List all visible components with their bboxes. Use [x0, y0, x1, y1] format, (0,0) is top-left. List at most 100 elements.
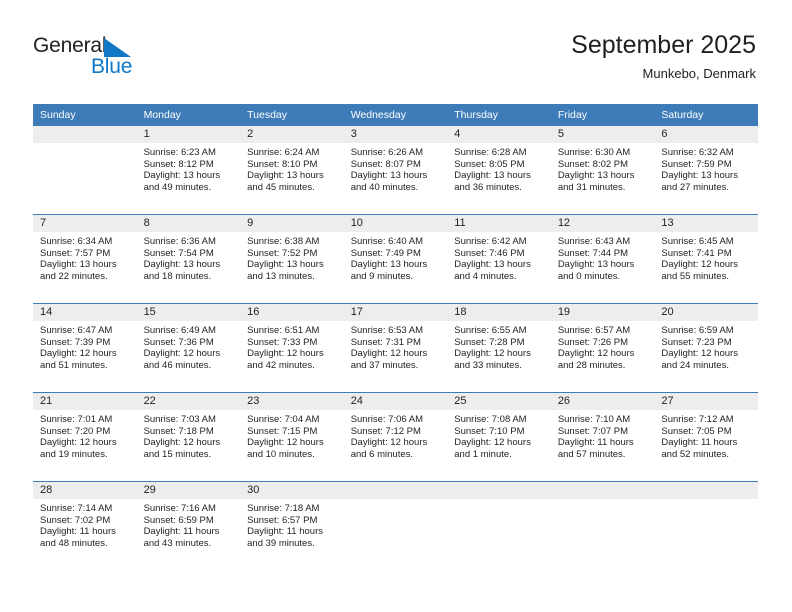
day-cell[interactable]: 19 Sunrise: 6:57 AM Sunset: 7:26 PM Dayl… [550, 303, 655, 393]
day-cell[interactable]: 21 Sunrise: 7:01 AM Sunset: 7:20 PM Dayl… [33, 392, 137, 482]
day-cell[interactable] [343, 481, 448, 570]
daylight-text-line2: and 27 minutes. [661, 181, 729, 193]
day-cell[interactable]: 17 Sunrise: 6:53 AM Sunset: 7:31 PM Dayl… [343, 303, 448, 393]
generalblue-logo[interactable]: General Blue [33, 34, 183, 84]
daylight-text-line2: and 46 minutes. [143, 359, 212, 371]
sunset-text: Sunset: 7:15 PM [247, 425, 318, 437]
day-cell[interactable]: 9 Sunrise: 6:38 AM Sunset: 7:52 PM Dayli… [240, 214, 344, 304]
day-number: 24 [343, 393, 448, 410]
day-cell[interactable] [447, 481, 551, 570]
daylight-text-line1: Daylight: 12 hours [40, 348, 117, 360]
sunset-text: Sunset: 7:07 PM [557, 425, 629, 437]
sunrise-text: Sunrise: 6:26 AM [350, 147, 424, 158]
sunrise-text: Sunrise: 6:38 AM [247, 236, 320, 247]
calendar-week-row: 21 Sunrise: 7:01 AM Sunset: 7:20 PM Dayl… [33, 392, 758, 482]
day-cell[interactable]: 10 Sunrise: 6:40 AM Sunset: 7:49 PM Dayl… [343, 214, 448, 304]
sunrise-text: Sunrise: 6:49 AM [143, 325, 216, 336]
day-cell[interactable]: 15 Sunrise: 6:49 AM Sunset: 7:36 PM Dayl… [136, 303, 241, 393]
logo-text-blue: Blue [91, 55, 133, 78]
day-number [550, 482, 655, 499]
day-cell[interactable]: 18 Sunrise: 6:55 AM Sunset: 7:28 PM Dayl… [447, 303, 551, 393]
calendar-body: 1 Sunrise: 6:23 AM Sunset: 8:12 PM Dayli… [33, 126, 758, 570]
daylight-text-line1: Daylight: 13 hours [40, 259, 117, 271]
day-cell[interactable]: 22 Sunrise: 7:03 AM Sunset: 7:18 PM Dayl… [136, 392, 241, 482]
day-cell[interactable]: 8 Sunrise: 6:36 AM Sunset: 7:54 PM Dayli… [136, 214, 241, 304]
day-cell[interactable] [33, 126, 137, 215]
day-cell[interactable]: 11 Sunrise: 6:42 AM Sunset: 7:46 PM Dayl… [447, 214, 551, 304]
day-number: 23 [240, 393, 344, 410]
day-cell[interactable]: 1 Sunrise: 6:23 AM Sunset: 8:12 PM Dayli… [136, 126, 241, 215]
day-cell[interactable]: 5 Sunrise: 6:30 AM Sunset: 8:02 PM Dayli… [550, 126, 655, 215]
daylight-text-line1: Daylight: 12 hours [247, 348, 324, 360]
daylight-text-line2: and 45 minutes. [247, 181, 315, 193]
sunrise-text: Sunrise: 7:08 AM [454, 414, 527, 425]
day-cell[interactable]: 27 Sunrise: 7:12 AM Sunset: 7:05 PM Dayl… [654, 392, 758, 482]
daylight-text-line2: and 9 minutes. [350, 270, 414, 282]
day-cell[interactable]: 13 Sunrise: 6:45 AM Sunset: 7:41 PM Dayl… [654, 214, 758, 304]
daylight-text-line2: and 28 minutes. [557, 359, 626, 371]
day-cell[interactable]: 4 Sunrise: 6:28 AM Sunset: 8:05 PM Dayli… [447, 126, 551, 215]
day-cell[interactable]: 28 Sunrise: 7:14 AM Sunset: 7:02 PM Dayl… [33, 481, 137, 570]
day-cell[interactable]: 29 Sunrise: 7:16 AM Sunset: 6:59 PM Dayl… [136, 481, 241, 570]
sunrise-text: Sunrise: 6:28 AM [454, 147, 527, 158]
daylight-text-line1: Daylight: 13 hours [143, 170, 221, 182]
daylight-text-line1: Daylight: 13 hours [557, 170, 635, 182]
sunset-text: Sunset: 6:59 PM [143, 514, 214, 526]
daylight-text-line2: and 4 minutes. [454, 270, 517, 282]
sunset-text: Sunset: 7:44 PM [557, 247, 629, 259]
day-number: 4 [447, 126, 551, 143]
day-cell[interactable]: 7 Sunrise: 6:34 AM Sunset: 7:57 PM Dayli… [33, 214, 137, 304]
day-cell[interactable]: 23 Sunrise: 7:04 AM Sunset: 7:15 PM Dayl… [240, 392, 344, 482]
daylight-text-line1: Daylight: 12 hours [350, 437, 428, 449]
day-cell[interactable]: 24 Sunrise: 7:06 AM Sunset: 7:12 PM Dayl… [343, 392, 448, 482]
daylight-text-line1: Daylight: 12 hours [661, 348, 738, 360]
daylight-text-line1: Daylight: 13 hours [247, 259, 324, 271]
day-number: 1 [136, 126, 241, 143]
sunset-text: Sunset: 7:57 PM [40, 247, 111, 259]
day-cell[interactable] [550, 481, 655, 570]
day-cell[interactable]: 12 Sunrise: 6:43 AM Sunset: 7:44 PM Dayl… [550, 214, 655, 304]
sunset-text: Sunset: 7:36 PM [143, 336, 214, 348]
sunrise-text: Sunrise: 7:12 AM [661, 414, 734, 425]
sunrise-text: Sunrise: 7:04 AM [247, 414, 320, 425]
day-number: 5 [550, 126, 655, 143]
daylight-text-line1: Daylight: 13 hours [247, 170, 324, 182]
day-cell[interactable]: 30 Sunrise: 7:18 AM Sunset: 6:57 PM Dayl… [240, 481, 344, 570]
day-cell[interactable]: 26 Sunrise: 7:10 AM Sunset: 7:07 PM Dayl… [550, 392, 655, 482]
sunset-text: Sunset: 7:23 PM [661, 336, 732, 348]
daylight-text-line2: and 55 minutes. [661, 270, 729, 282]
daylight-text-line1: Daylight: 13 hours [350, 170, 428, 182]
sunset-text: Sunset: 8:10 PM [247, 158, 318, 170]
day-cell[interactable]: 14 Sunrise: 6:47 AM Sunset: 7:39 PM Dayl… [33, 303, 137, 393]
day-number: 20 [654, 304, 758, 321]
sunrise-text: Sunrise: 6:23 AM [143, 147, 216, 158]
day-cell[interactable]: 20 Sunrise: 6:59 AM Sunset: 7:23 PM Dayl… [654, 303, 758, 393]
weekday-header-tuesday: Tuesday [240, 104, 344, 126]
day-cell[interactable] [654, 481, 758, 570]
daylight-text-line1: Daylight: 11 hours [247, 526, 323, 538]
day-cell[interactable]: 25 Sunrise: 7:08 AM Sunset: 7:10 PM Dayl… [447, 392, 551, 482]
sunrise-text: Sunrise: 7:16 AM [143, 503, 216, 514]
daylight-text-line1: Daylight: 11 hours [557, 437, 634, 449]
day-number: 28 [33, 482, 137, 499]
sunrise-text: Sunrise: 6:53 AM [350, 325, 424, 336]
logo-text-general: General [33, 34, 107, 57]
day-number [33, 126, 137, 143]
day-number: 19 [550, 304, 655, 321]
day-cell[interactable]: 3 Sunrise: 6:26 AM Sunset: 8:07 PM Dayli… [343, 126, 448, 215]
daylight-text-line2: and 10 minutes. [247, 448, 315, 460]
daylight-text-line2: and 15 minutes. [143, 448, 212, 460]
day-cell[interactable]: 2 Sunrise: 6:24 AM Sunset: 8:10 PM Dayli… [240, 126, 344, 215]
day-number: 25 [447, 393, 551, 410]
day-cell[interactable]: 6 Sunrise: 6:32 AM Sunset: 7:59 PM Dayli… [654, 126, 758, 215]
daylight-text-line2: and 18 minutes. [143, 270, 212, 282]
day-cell[interactable]: 16 Sunrise: 6:51 AM Sunset: 7:33 PM Dayl… [240, 303, 344, 393]
day-number: 18 [447, 304, 551, 321]
sunset-text: Sunset: 8:07 PM [350, 158, 421, 170]
day-number: 6 [654, 126, 758, 143]
daylight-text-line1: Daylight: 11 hours [661, 437, 738, 449]
sunset-text: Sunset: 7:18 PM [143, 425, 214, 437]
weekday-header-thursday: Thursday [447, 104, 551, 126]
sunrise-text: Sunrise: 6:43 AM [557, 236, 631, 247]
daylight-text-line2: and 33 minutes. [454, 359, 522, 371]
